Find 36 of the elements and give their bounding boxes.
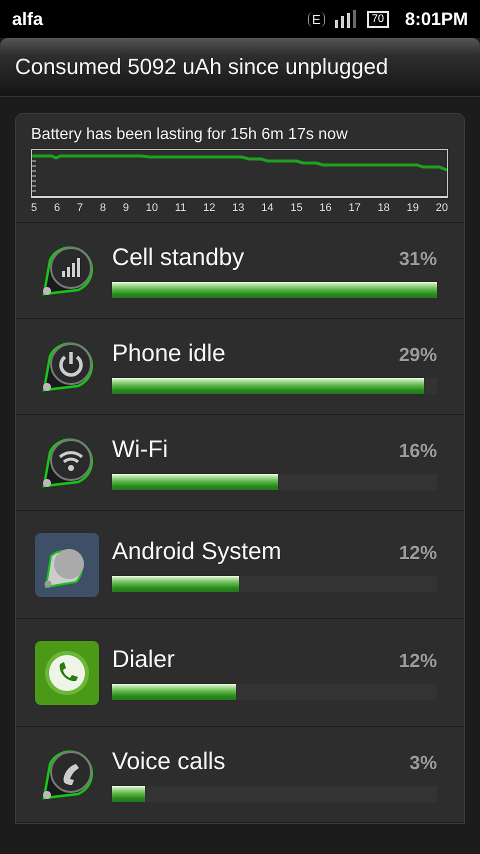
- axis-label: 19: [406, 202, 419, 214]
- clock-time: 8:01PM: [404, 8, 468, 30]
- axis-label: 7: [76, 202, 84, 214]
- axis-label: 8: [100, 202, 106, 214]
- carrier-name: alfa: [12, 8, 44, 30]
- axis-label: 14: [261, 202, 274, 214]
- battery-duration-text: Battery has been lasting for 15h 6m 17s now: [31, 126, 349, 144]
- usage-percent: 3%: [410, 752, 437, 774]
- axis-label: 12: [203, 202, 216, 214]
- consumption-title: Consumed 5092 uAh since unplugged: [15, 54, 388, 80]
- usage-name: Phone idle: [112, 340, 226, 368]
- axis-label: 9: [122, 202, 129, 214]
- usage-percent: 16%: [398, 440, 437, 462]
- axis-label: 20: [436, 202, 448, 214]
- axis-label: 16: [319, 202, 332, 214]
- axis-label: 15: [290, 202, 303, 214]
- app-icon: [34, 532, 100, 598]
- axis-label: 13: [232, 202, 244, 214]
- usage-percent: 12%: [398, 542, 437, 564]
- usage-percent: 31%: [398, 248, 437, 270]
- battery-icon: 70: [366, 10, 389, 28]
- axis-label: 10: [146, 202, 158, 214]
- usage-percent: 29%: [398, 344, 437, 366]
- signal-icon: [334, 10, 357, 28]
- usage-percent: 12%: [398, 650, 437, 672]
- dialer-app-icon: [34, 640, 100, 706]
- usage-name: Dialer: [112, 646, 175, 674]
- axis-label: 5: [31, 202, 38, 214]
- usage-name: Voice calls: [112, 748, 226, 776]
- usage-name: Wi-Fi: [112, 436, 168, 464]
- axis-label: 18: [378, 202, 390, 214]
- axis-label: 11: [174, 202, 186, 214]
- usage-name: Cell standby: [112, 244, 244, 272]
- usage-name: Android System: [112, 538, 282, 566]
- axis-label: 6: [54, 202, 60, 214]
- axis-label: 17: [348, 202, 361, 214]
